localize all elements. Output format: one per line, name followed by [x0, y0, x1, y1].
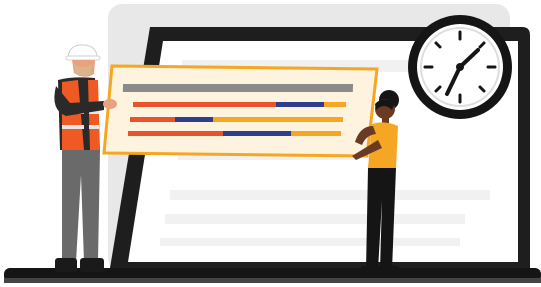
project-schedule-illustration [4, 4, 541, 283]
construction-worker [54, 44, 117, 272]
gantt-row-2 [130, 117, 343, 122]
board-header-bar [122, 84, 354, 92]
worker-legs [62, 150, 100, 262]
gantt-row-1 [133, 102, 346, 107]
worker-boot-right [80, 258, 104, 272]
worker-boot-left [55, 258, 77, 272]
gantt-row-3 [128, 131, 341, 136]
gantt-board [102, 64, 379, 158]
board-frame [102, 64, 379, 158]
laptop-base-edge [4, 278, 541, 283]
clock-icon [408, 15, 512, 119]
illustration-scene [0, 0, 541, 287]
